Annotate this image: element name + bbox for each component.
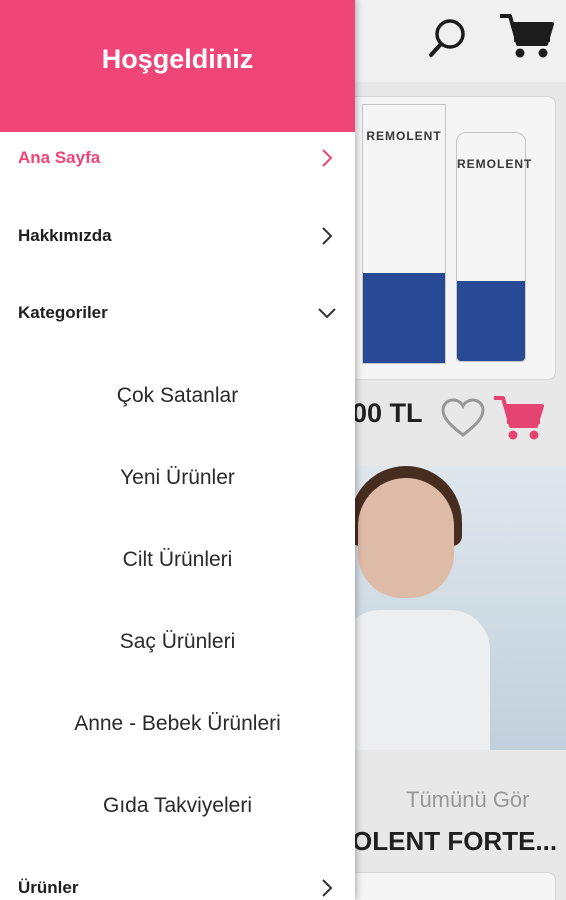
submenu-item-cilt-urunleri[interactable]: Cilt Ürünleri <box>0 538 355 582</box>
menu-item-kategoriler[interactable]: Kategoriler <box>0 291 355 335</box>
chevron-right-icon <box>322 149 333 167</box>
chevron-right-icon <box>322 879 333 897</box>
menu-item-hakkimizda[interactable]: Hakkımızda <box>0 214 355 258</box>
chevron-right-icon <box>322 227 333 245</box>
submenu-item-cok-satanlar[interactable]: Çok Satanlar <box>0 374 355 418</box>
menu-item-urunler[interactable]: Ürünler <box>0 866 355 900</box>
menu-item-label: Kategoriler <box>18 303 108 322</box>
navigation-drawer: Hoşgeldiniz Ana Sayfa Hakkımızda Kategor… <box>0 0 355 900</box>
menu-item-ana-sayfa[interactable]: Ana Sayfa <box>0 136 355 180</box>
menu-item-label: Hakkımızda <box>18 226 112 245</box>
menu-item-label: Ürünler <box>18 878 79 897</box>
drawer-title: Hoşgeldiniz <box>101 43 254 74</box>
submenu-item-anne-bebek-urunleri[interactable]: Anne - Bebek Ürünleri <box>0 702 355 746</box>
drawer-header: Hoşgeldiniz <box>0 0 355 132</box>
submenu-item-gida-takviyeleri[interactable]: Gıda Takviyeleri <box>0 784 355 828</box>
chevron-down-icon <box>318 308 336 319</box>
submenu-item-sac-urunleri[interactable]: Saç Ürünleri <box>0 620 355 664</box>
submenu-item-yeni-urunler[interactable]: Yeni Ürünler <box>0 456 355 500</box>
menu-item-label: Ana Sayfa <box>18 148 101 167</box>
